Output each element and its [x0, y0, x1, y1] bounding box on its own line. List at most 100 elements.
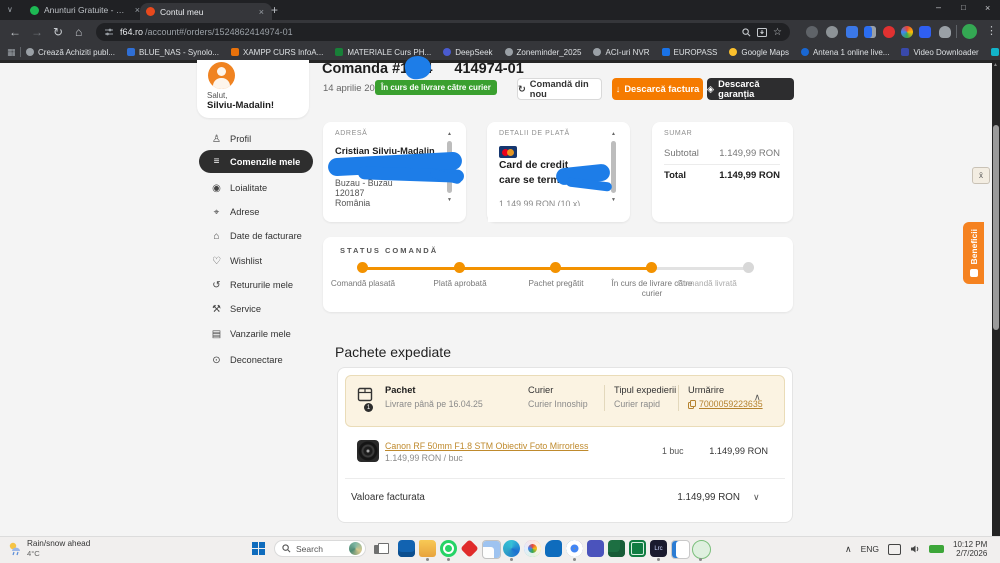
sidebar-item-loialitate[interactable]: ◉ Loialitate — [199, 180, 313, 196]
sidebar-item-service[interactable]: ⚒ Service — [199, 301, 313, 317]
bookmark-item[interactable]: BLUE_NAS - Synolo... — [126, 48, 219, 57]
sidebar-item-deconectare[interactable]: ⊙ Deconectare — [199, 352, 313, 368]
microsoft-store-icon[interactable] — [398, 540, 415, 557]
window-maximize-button[interactable]: □ — [961, 3, 966, 12]
mastercard-icon — [499, 146, 517, 158]
ext-multicolor-icon[interactable] — [901, 26, 913, 38]
bookmark-item[interactable]: Antena 1 online live... — [800, 48, 889, 57]
extensions-puzzle-icon[interactable] — [939, 26, 951, 38]
chevron-up-icon[interactable]: ∧ — [754, 392, 761, 403]
window-close-button[interactable]: × — [985, 3, 990, 13]
bookmark-favicon — [990, 48, 999, 56]
weather-text[interactable]: Rain/snow ahead — [27, 539, 90, 548]
task-view-icon[interactable] — [374, 543, 389, 554]
status-step-label: Comandă livrată — [677, 279, 737, 288]
microsoft-edge-icon[interactable] — [503, 540, 520, 557]
ext-lightbulb-icon[interactable] — [826, 26, 838, 38]
timeline-pending-line — [652, 267, 749, 270]
site-settings-icon[interactable] — [104, 27, 114, 37]
speaker-icon[interactable] — [910, 544, 920, 554]
copy-icon[interactable] — [688, 400, 696, 409]
bookmark-item[interactable]: Google Maps — [729, 48, 789, 57]
outlook-icon[interactable] — [545, 540, 562, 557]
weather-icon[interactable] — [8, 540, 24, 556]
bookmark-item[interactable]: TL-SG105E — [990, 48, 1000, 57]
sidebar-item-wishlist[interactable]: ♡ Wishlist — [199, 253, 313, 269]
tab-contul-meu[interactable]: Contul meu × — [140, 3, 272, 20]
page-scrollbar-thumb[interactable] — [993, 125, 999, 330]
sidebar-item-vanzari[interactable]: ▤ Vanzarile mele — [199, 326, 313, 342]
beneficii-tab[interactable]: Beneficii — [963, 222, 984, 284]
product-thumbnail[interactable] — [357, 440, 379, 462]
forward-icon[interactable]: → — [31, 20, 43, 44]
back-icon[interactable]: ← — [9, 20, 21, 44]
ext-blue-arrow-icon[interactable] — [919, 26, 931, 38]
card-scroll-up-icon[interactable]: ▲ — [447, 131, 452, 137]
chevron-down-icon[interactable]: ∨ — [753, 492, 760, 503]
reload-icon[interactable]: ↻ — [53, 20, 63, 44]
status-step-label: Pachet pregătit — [528, 279, 584, 288]
install-app-icon[interactable] — [757, 27, 768, 37]
sidebar-item-retururi[interactable]: ↺ Retururile mele — [199, 277, 313, 293]
ext-two-tone-icon[interactable] — [864, 26, 876, 38]
tab-anunturi[interactable]: Anunturi Gratuite - Peste 4 mil × — [24, 0, 148, 20]
bookmark-item[interactable]: Crează Achiziti publ... — [26, 48, 115, 57]
ext-binoculars-icon[interactable] — [806, 26, 818, 38]
photos-icon[interactable] — [524, 540, 541, 557]
new-tab-button[interactable]: + — [271, 3, 278, 17]
scrollbar-up-icon[interactable]: ▲ — [993, 62, 998, 68]
divider — [20, 47, 21, 57]
bookmark-item[interactable]: Zoneminder_2025 — [504, 48, 581, 57]
bookmark-item[interactable]: ACI-uri NVR — [593, 48, 650, 57]
whatsapp-icon[interactable] — [440, 540, 457, 557]
language-indicator[interactable]: ENG — [861, 544, 879, 554]
sidebar-item-date-facturare[interactable]: ⌂ Date de facturare — [199, 228, 313, 244]
bookmark-favicon — [593, 48, 602, 56]
tray-chevron-up-icon[interactable]: ∧ — [845, 544, 852, 555]
bookmark-item[interactable]: EUROPASS — [661, 48, 717, 57]
sidebar-item-adrese[interactable]: ⌖ Adrese — [199, 204, 313, 220]
tab-close-icon[interactable]: × — [257, 7, 266, 17]
snipping-tool-icon[interactable] — [482, 540, 501, 559]
zoom-icon[interactable] — [742, 27, 751, 37]
ext-blue-square-icon[interactable] — [846, 26, 858, 38]
bookmark-item[interactable]: XAMPP CURS InfoA... — [230, 48, 323, 57]
ext-red-icon[interactable] — [883, 26, 895, 38]
microsoft-teams-icon[interactable] — [587, 540, 604, 557]
warranty-shield-icon: ◈ — [707, 83, 715, 94]
clock[interactable]: 10:12 PM 2/7/2026 — [953, 540, 987, 558]
sidebar-item-comenzile-mele[interactable]: ≡ Comenzile mele — [199, 150, 313, 173]
start-button[interactable] — [252, 542, 265, 555]
sidebar-item-profil[interactable]: ♙ Profil — [199, 131, 313, 147]
download-invoice-button[interactable]: ↓ Descarcă factura — [612, 78, 703, 100]
window-minimize-button[interactable]: – — [936, 2, 941, 12]
bookmark-star-icon[interactable]: ☆ — [773, 27, 782, 38]
screen-cast-icon[interactable] — [888, 543, 902, 555]
card-scroll-up-icon[interactable]: ▲ — [611, 131, 616, 137]
card-scroll-down-icon[interactable]: ▼ — [447, 197, 452, 203]
bookmark-item[interactable]: Video Downloader — [901, 48, 979, 57]
home-icon[interactable]: ⌂ — [75, 20, 82, 44]
search-input[interactable]: Search — [274, 540, 366, 557]
card-scroll-down-icon[interactable]: ▼ — [611, 197, 616, 203]
apps-grid-icon[interactable]: ▦ — [7, 47, 16, 58]
google-translate-icon[interactable]: x̄ — [972, 167, 990, 184]
file-explorer-icon[interactable] — [419, 540, 436, 557]
product-link[interactable]: Canon RF 50mm F1.8 STM Obiectiv Foto Mir… — [385, 441, 588, 451]
excel-icon[interactable] — [608, 540, 625, 557]
reorder-button[interactable]: ↻ Comandă din nou — [517, 78, 602, 100]
lightroom-classic-icon[interactable]: Lrc — [650, 540, 667, 557]
tab-search-icon[interactable]: ∨ — [7, 5, 13, 14]
address-bar[interactable]: f64.ro /account#/orders/1524862414974-01… — [96, 23, 790, 41]
google-chrome-icon[interactable] — [566, 540, 583, 557]
green-utility-icon[interactable] — [692, 540, 711, 559]
profile-avatar[interactable] — [962, 24, 977, 39]
status-section-label: STATUS COMANDĂ — [340, 246, 439, 255]
download-warranty-button[interactable]: ◈ Descarcă garanția — [707, 78, 794, 100]
word-document-icon[interactable] — [671, 540, 690, 559]
menu-kebab-icon[interactable]: ⋮ — [986, 24, 997, 37]
sharepoint-green-icon[interactable] — [629, 540, 646, 557]
battery-icon[interactable] — [929, 545, 945, 553]
weather-temp[interactable]: 4°C — [27, 549, 40, 558]
bookmark-item[interactable]: DeepSeek — [443, 48, 493, 57]
